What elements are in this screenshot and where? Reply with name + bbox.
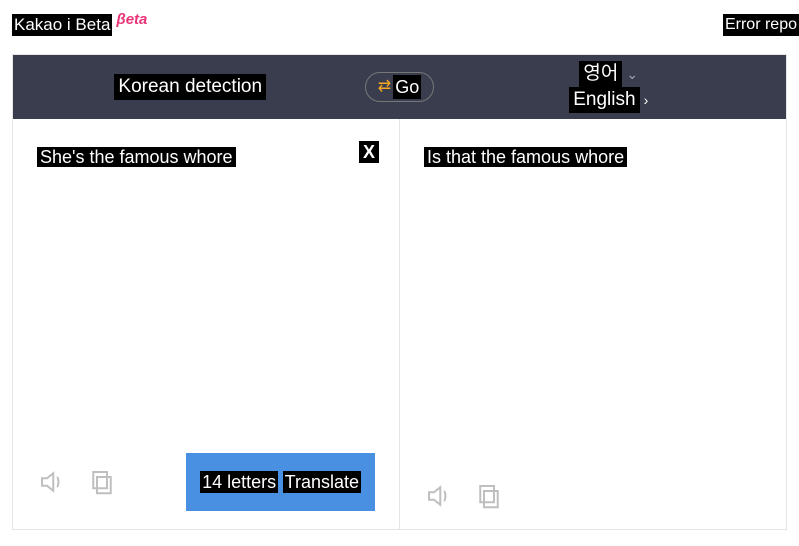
- brand-text: Kakao i Beta: [12, 14, 112, 36]
- speaker-icon: [424, 481, 454, 511]
- copy-icon: [87, 467, 117, 497]
- translation-main: She's the famous whore X 1: [13, 119, 786, 529]
- copy-target-button[interactable]: [474, 481, 504, 511]
- target-footer: [424, 481, 762, 511]
- target-column: Is that the famous whore: [400, 119, 786, 529]
- brand[interactable]: Kakao i Beta βeta: [12, 14, 147, 36]
- source-text[interactable]: She's the famous whore: [37, 147, 236, 167]
- speak-source-button[interactable]: [37, 467, 67, 497]
- translate-label: Translate: [283, 471, 361, 493]
- chevron-down-icon: ⌄: [626, 66, 638, 83]
- translate-button[interactable]: 14 letters Translate: [186, 453, 375, 511]
- copy-icon: [474, 481, 504, 511]
- chevron-right-icon: ›: [644, 92, 649, 108]
- source-language-selector[interactable]: Korean detection: [13, 74, 368, 100]
- copy-source-button[interactable]: [87, 467, 117, 497]
- swap-label: Go: [393, 75, 421, 99]
- target-language-native: 영어: [579, 61, 622, 87]
- brand-beta-badge: βeta: [116, 11, 147, 28]
- error-report-link[interactable]: Error repo: [723, 14, 799, 36]
- translate-panel: Korean detection ⇄ Go 영어 ⌄ English › She…: [12, 54, 787, 530]
- source-language-label: Korean detection: [114, 74, 266, 100]
- target-language-selector[interactable]: 영어 ⌄ English ›: [432, 61, 787, 113]
- char-count: 14 letters: [200, 471, 278, 493]
- clear-button[interactable]: X: [359, 141, 379, 163]
- target-text: Is that the famous whore: [424, 147, 627, 167]
- source-column: She's the famous whore X 1: [13, 119, 400, 529]
- source-footer: 14 letters Translate: [37, 453, 375, 511]
- swap-icon: ⇄: [378, 79, 391, 95]
- language-bar: Korean detection ⇄ Go 영어 ⌄ English ›: [13, 55, 786, 119]
- speak-target-button[interactable]: [424, 481, 454, 511]
- swap-languages-button[interactable]: ⇄ Go: [365, 72, 434, 102]
- speaker-icon: [37, 467, 67, 497]
- target-language-en: English: [569, 87, 639, 113]
